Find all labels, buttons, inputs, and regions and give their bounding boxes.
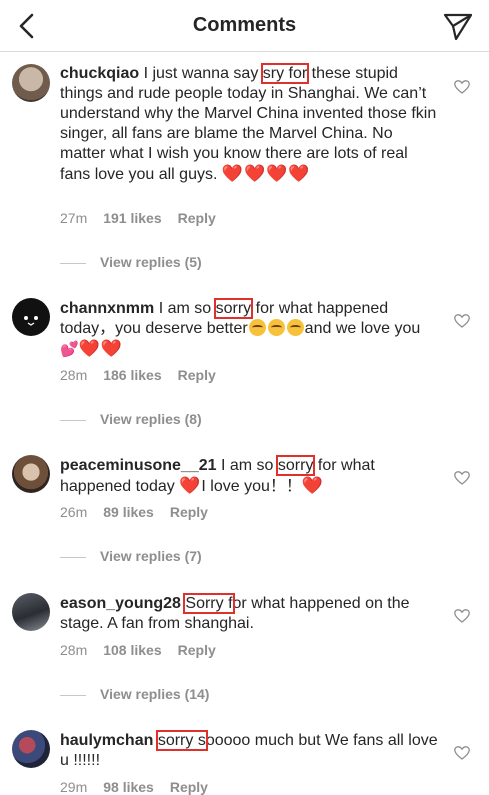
comment-meta: 27m 191 likes Reply bbox=[60, 210, 232, 226]
comment-text: peaceminusone__21 I am so sorry for what… bbox=[60, 455, 375, 495]
like-count[interactable]: 191 likes bbox=[103, 210, 161, 226]
highlighted-phrase: sorry s bbox=[155, 730, 208, 751]
comment-time: 27m bbox=[60, 210, 88, 226]
comment-text: eason_young28 Sorry for what happened on… bbox=[60, 593, 410, 632]
heart-like-icon[interactable] bbox=[454, 80, 470, 94]
reply-button[interactable]: Reply bbox=[178, 642, 216, 658]
divider bbox=[60, 262, 86, 264]
comment-username[interactable]: peaceminusone__21 bbox=[60, 457, 217, 474]
send-icon[interactable] bbox=[441, 10, 475, 44]
comment-time: 28m bbox=[60, 642, 88, 658]
red-heart-emoji: ❤️ bbox=[301, 476, 325, 495]
comment-username[interactable]: eason_young28 bbox=[60, 595, 181, 612]
heart-like-icon[interactable] bbox=[454, 746, 470, 760]
highlighted-phrase: Sorry f bbox=[183, 593, 235, 614]
avatar[interactable] bbox=[12, 298, 50, 336]
comment-text: haulymchan sorry sooooo much but We fans… bbox=[60, 730, 438, 769]
highlighted-phrase: sry for bbox=[260, 63, 310, 84]
reply-button[interactable]: Reply bbox=[178, 367, 216, 383]
heart-like-icon[interactable] bbox=[454, 471, 470, 485]
top-bar: Comments bbox=[0, 0, 489, 52]
red-heart-emoji: ❤️ bbox=[179, 476, 202, 495]
view-replies-link[interactable]: View replies (8) bbox=[60, 411, 202, 427]
comment-meta: 28m 108 likes Reply bbox=[60, 642, 232, 658]
comment-time: 26m bbox=[60, 504, 88, 520]
like-count[interactable]: 186 likes bbox=[103, 367, 161, 383]
divider bbox=[60, 419, 86, 421]
reply-button[interactable]: Reply bbox=[170, 779, 208, 795]
view-replies-link[interactable]: View replies (5) bbox=[60, 254, 202, 270]
like-count[interactable]: 98 likes bbox=[103, 779, 154, 795]
reply-button[interactable]: Reply bbox=[178, 210, 216, 226]
heart-like-icon[interactable] bbox=[454, 314, 470, 328]
view-replies-link[interactable]: View replies (7) bbox=[60, 548, 202, 564]
red-heart-emoji: ❤️❤️❤️❤️ bbox=[221, 164, 311, 183]
comment-meta: 26m 89 likes Reply bbox=[60, 504, 224, 520]
comment-time: 28m bbox=[60, 367, 88, 383]
avatar[interactable] bbox=[12, 64, 50, 102]
crying-emoji bbox=[286, 319, 304, 336]
divider bbox=[60, 556, 86, 558]
comment-meta: 29m 98 likes Reply bbox=[60, 779, 224, 795]
view-replies-link[interactable]: View replies (14) bbox=[60, 686, 209, 702]
avatar[interactable] bbox=[12, 730, 50, 768]
crying-emoji bbox=[267, 319, 285, 336]
reply-button[interactable]: Reply bbox=[170, 504, 208, 520]
comment-text: chuckqiao I just wanna say sry for these… bbox=[60, 63, 437, 183]
heart-like-icon[interactable] bbox=[454, 609, 470, 623]
comment-meta: 28m 186 likes Reply bbox=[60, 367, 232, 383]
page-title: Comments bbox=[192, 14, 297, 36]
comment-username[interactable]: channxnmm bbox=[60, 300, 154, 317]
avatar[interactable] bbox=[12, 593, 50, 631]
highlighted-phrase: sorry bbox=[275, 455, 316, 476]
two-hearts-emoji: 💕 bbox=[60, 341, 79, 358]
like-count[interactable]: 108 likes bbox=[103, 642, 161, 658]
comment-time: 29m bbox=[60, 779, 88, 795]
like-count[interactable]: 89 likes bbox=[103, 504, 154, 520]
red-heart-emoji: ❤️❤️ bbox=[78, 339, 124, 358]
comment-text: channxnmm I am so sorry for what happene… bbox=[60, 298, 421, 358]
divider bbox=[60, 694, 86, 696]
cat-avatar-icon bbox=[19, 306, 43, 326]
crying-emoji bbox=[248, 319, 266, 336]
avatar[interactable] bbox=[12, 455, 50, 493]
comment-username[interactable]: haulymchan bbox=[60, 732, 153, 749]
highlighted-phrase: sorry bbox=[213, 298, 254, 319]
comment-username[interactable]: chuckqiao bbox=[60, 65, 139, 82]
